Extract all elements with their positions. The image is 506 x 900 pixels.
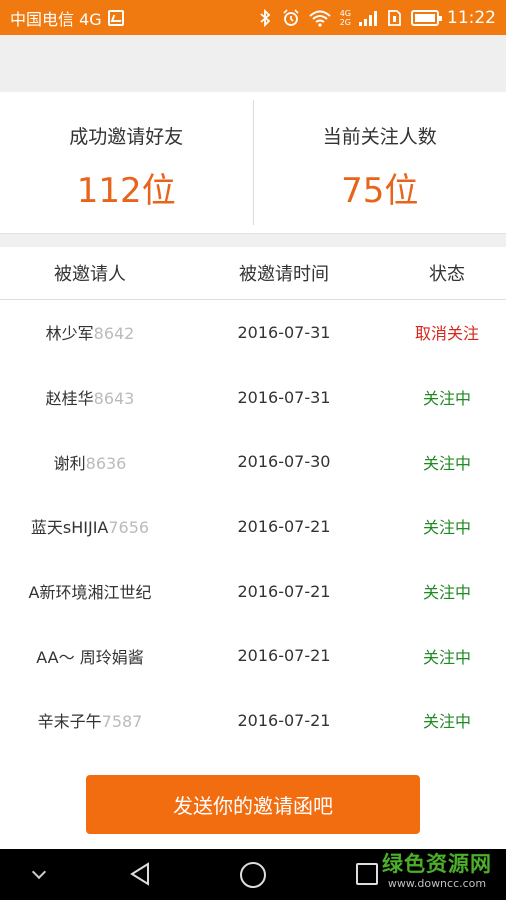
invitee-name: 谢利	[53, 453, 86, 473]
header-status: 状态	[429, 264, 465, 285]
invitee-name: AA～ 周玲娟酱	[36, 647, 144, 667]
invite-date: 2016-07-21	[237, 581, 331, 601]
watermark: 绿色资源网 www.downcc.com	[372, 852, 502, 896]
following-stat: 当前关注人数 75位	[252, 100, 506, 225]
carrier-group: 中国电信 4G	[10, 6, 124, 30]
watermark-url: www.downcc.com	[387, 877, 487, 890]
status-icons: 4G 2G 11:22	[256, 8, 496, 28]
table-body: 林少军8642 2016-07-31 取消关注赵桂华8643 2016-07-31 关注…	[0, 300, 506, 753]
invitee-cell: 蓝天sHIJIA7656	[0, 514, 180, 538]
header-invite-time: 被邀请时间	[239, 264, 329, 285]
send-invitation-button[interactable]: 发送你的邀请函吧	[86, 775, 420, 834]
invite-stats: 成功邀请好友 112位 当前关注人数 75位	[0, 92, 506, 234]
invitee-list[interactable]: 被邀请人 被邀请时间 状态 林少军8642 2016-07-31 取消关注 赵桂华86…	[0, 247, 506, 849]
invite-date: 2016-07-31	[237, 387, 331, 407]
invitee-cell: 辛末子午7587	[0, 708, 180, 732]
invite-date: 2016-07-21	[237, 646, 331, 666]
network-bottom-label: 2G	[339, 17, 351, 27]
app-header	[0, 35, 506, 92]
invitee-code: 7587	[101, 712, 143, 732]
sim-icon	[388, 9, 401, 26]
bluetooth-icon	[260, 8, 271, 27]
table-header: 被邀请人 被邀请时间 状态	[0, 247, 506, 300]
table-row[interactable]: 辛末子午7587 2016-07-21 关注中	[0, 688, 506, 753]
invited-value: 112位	[76, 171, 176, 211]
unfollowed-status: 取消关注	[414, 324, 479, 344]
header-invitee: 被邀请人	[54, 264, 126, 285]
table-row[interactable]: A新环境湘江世纪 2016-07-21 关注中	[0, 559, 506, 624]
invite-date: 2016-07-21	[237, 516, 331, 536]
clock: 11:22	[447, 7, 496, 28]
invitee-code: 8643	[93, 389, 135, 409]
wifi-icon	[309, 10, 331, 27]
invited-stat: 成功邀请好友 112位	[0, 92, 253, 233]
carrier-label: 中国电信 4G	[10, 9, 102, 29]
invitee-cell: 赵桂华8643	[0, 385, 180, 409]
following-status: 关注中	[422, 389, 471, 409]
hide-keyboard-icon[interactable]	[31, 864, 47, 880]
invitee-name: 辛末子午	[37, 712, 102, 732]
table-row[interactable]: 谢利8636 2016-07-30 关注中	[0, 429, 506, 494]
invitee-cell: 谢利8636	[0, 450, 180, 474]
invitee-name: 林少军	[45, 324, 94, 344]
watermark-title: 绿色资源网	[382, 852, 492, 876]
battery-icon	[411, 9, 442, 26]
home-icon[interactable]	[240, 862, 266, 888]
invite-date: 2016-07-30	[237, 452, 331, 472]
image-notification-icon	[107, 9, 124, 26]
status-bar: 中国电信 4G 4G 2G 11:22	[0, 0, 506, 35]
invitee-name: A新环境湘江世纪	[28, 583, 152, 603]
following-label: 当前关注人数	[322, 126, 437, 148]
following-status: 关注中	[422, 518, 471, 538]
network-type: 4G 2G	[340, 9, 351, 27]
invitee-cell: AA～ 周玲娟酱	[0, 644, 180, 668]
invitee-code: 8636	[85, 453, 127, 473]
network-top-label: 4G	[339, 8, 351, 18]
table-row[interactable]: AA～ 周玲娟酱 2016-07-21 关注中	[0, 623, 506, 688]
following-value: 75位	[341, 171, 419, 211]
invitee-cell: 林少军8642	[0, 320, 180, 344]
signal-icon	[359, 10, 377, 26]
invitee-name: 蓝天sHIJIA	[30, 518, 109, 538]
following-status: 关注中	[422, 453, 471, 473]
following-status: 关注中	[422, 647, 471, 667]
following-status: 关注中	[422, 583, 471, 603]
invitee-code: 7656	[108, 518, 150, 538]
invited-label: 成功邀请好友	[69, 126, 184, 148]
invite-date: 2016-07-31	[237, 322, 331, 342]
table-row[interactable]: 林少军8642 2016-07-31 取消关注	[0, 300, 506, 365]
invite-date: 2016-07-21	[237, 710, 331, 730]
invitee-name: 赵桂华	[45, 389, 94, 409]
alarm-icon	[283, 8, 299, 26]
invitee-cell: A新环境湘江世纪	[0, 579, 180, 603]
table-row[interactable]: 蓝天sHIJIA7656 2016-07-21 关注中	[0, 494, 506, 559]
back-icon[interactable]	[128, 861, 154, 887]
following-status: 关注中	[422, 712, 471, 732]
invitee-code: 8642	[93, 324, 135, 344]
table-row[interactable]: 赵桂华8643 2016-07-31 关注中	[0, 365, 506, 430]
